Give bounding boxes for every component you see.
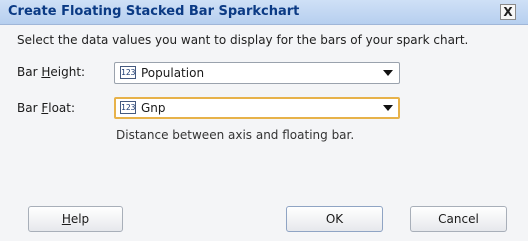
bar-height-label-prefix: Bar xyxy=(17,65,42,79)
help-button-label: elp xyxy=(70,212,90,226)
dialog-title: Create Floating Stacked Bar Sparkchart xyxy=(8,4,300,19)
numeric-type-icon: 123 xyxy=(120,101,136,114)
help-button[interactable]: Help xyxy=(28,206,123,232)
bar-float-selected-value: Gnp xyxy=(141,101,166,115)
title-bar[interactable]: Create Floating Stacked Bar Sparkchart X xyxy=(0,0,528,25)
cancel-button-label: Cancel xyxy=(438,212,479,226)
bar-height-label: Bar Height: xyxy=(17,65,85,79)
chevron-down-icon[interactable] xyxy=(383,105,393,111)
bar-float-label-suffix: loat: xyxy=(48,101,76,115)
close-button[interactable]: X xyxy=(500,4,516,20)
help-button-mnemonic: H xyxy=(61,212,71,226)
bar-float-label: Bar Float: xyxy=(17,101,75,115)
bar-float-hint: Distance between axis and floating bar. xyxy=(116,128,355,142)
close-icon: X xyxy=(503,5,513,19)
instruction-text: Select the data values you want to displ… xyxy=(17,33,469,47)
ok-button[interactable]: OK xyxy=(286,206,383,232)
bar-height-selected-value: Population xyxy=(141,66,205,80)
bar-float-select[interactable]: 123 Gnp xyxy=(114,97,400,119)
numeric-type-icon: 123 xyxy=(120,66,136,79)
bar-height-select[interactable]: 123 Population xyxy=(114,62,400,84)
chevron-down-icon[interactable] xyxy=(383,70,393,76)
ok-button-label: OK xyxy=(325,212,344,226)
bar-float-label-prefix: Bar xyxy=(17,101,42,115)
cancel-button[interactable]: Cancel xyxy=(410,206,507,232)
create-floating-stacked-bar-sparkchart-dialog: Create Floating Stacked Bar Sparkchart X… xyxy=(0,0,528,241)
bar-height-label-suffix: eight: xyxy=(50,65,86,79)
